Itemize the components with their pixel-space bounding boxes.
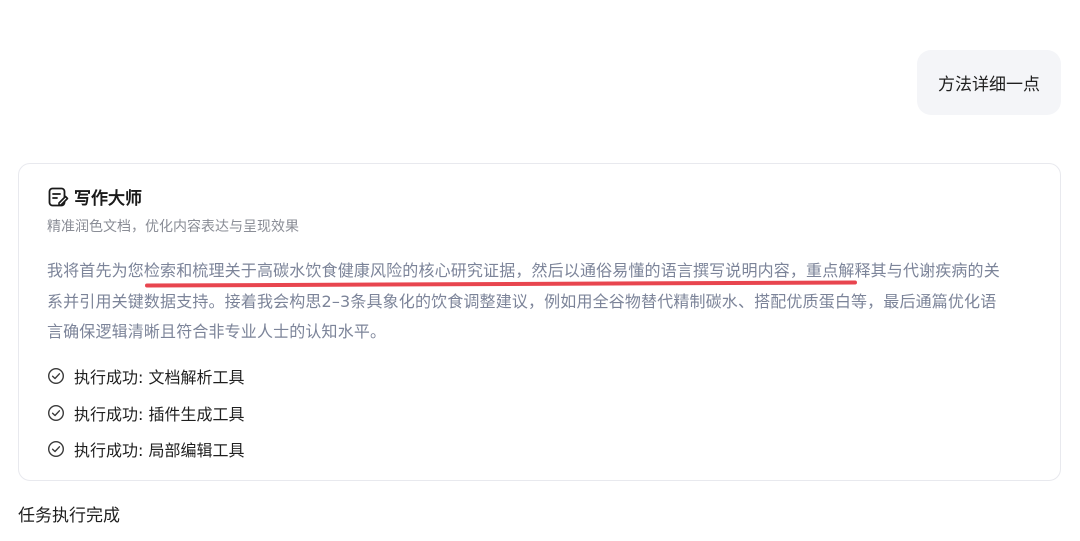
- step-label: 执行成功: 插件生成工具: [74, 404, 245, 424]
- step-item: 执行成功: 局部编辑工具: [47, 431, 244, 468]
- user-message-text: 方法详细一点: [938, 75, 1040, 95]
- user-message-bubble: 方法详细一点: [917, 50, 1061, 115]
- execution-steps: 执行成功: 文档解析工具 执行成功: 插件生成工具 执行成功: 局部编辑工具: [47, 358, 244, 468]
- step-label: 执行成功: 局部编辑工具: [74, 441, 245, 461]
- plan-line-3: 言确保逻辑清晰且符合非专业人士的认知水平。: [47, 322, 387, 341]
- chat-page: 方法详细一点 写作大师 精准润色文档，优化内容表达与呈现效果 我将首先为您检索和…: [0, 0, 1080, 541]
- agent-plan-text: 我将首先为您检索和梳理关于高碳水饮食健康风险的核心研究证据，然后以通俗易懂的语言…: [47, 256, 1047, 348]
- step-label: 执行成功: 文档解析工具: [74, 368, 245, 388]
- check-circle-icon: [47, 440, 65, 458]
- agent-header: 写作大师: [47, 184, 142, 209]
- step-item: 执行成功: 文档解析工具: [47, 358, 244, 395]
- check-circle-icon: [47, 367, 65, 385]
- plan-line-2: 系并引用关键数据支持。接着我会构思2–3条具象化的饮食调整建议，例如用全谷物替代…: [47, 291, 997, 311]
- agent-title: 写作大师: [74, 189, 142, 209]
- step-item: 执行成功: 插件生成工具: [47, 395, 244, 432]
- check-circle-icon: [47, 404, 65, 422]
- writing-document-icon: [47, 186, 69, 208]
- assistant-agent-card: 写作大师 精准润色文档，优化内容表达与呈现效果 我将首先为您检索和梳理关于高碳水…: [18, 163, 1061, 481]
- task-status-text: 任务执行完成: [18, 506, 120, 526]
- agent-subtitle: 精准润色文档，优化内容表达与呈现效果: [47, 219, 299, 235]
